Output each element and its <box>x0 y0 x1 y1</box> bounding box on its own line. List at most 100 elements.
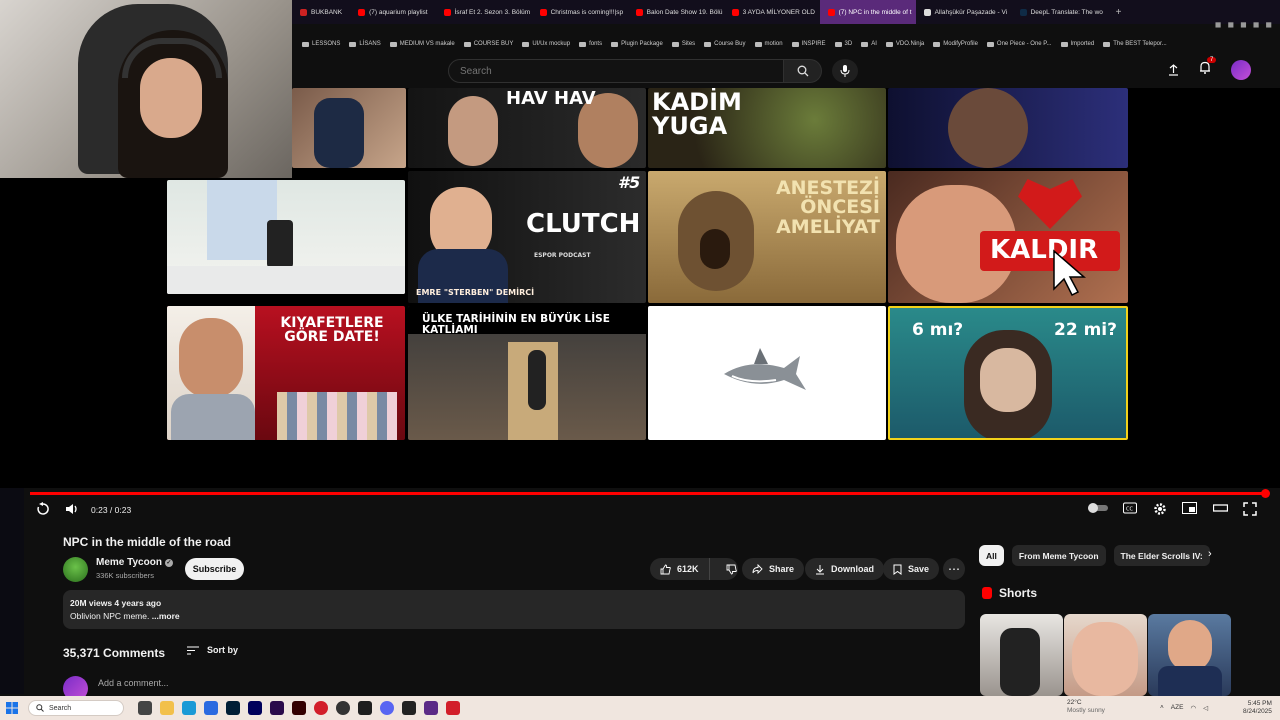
settings-button[interactable] <box>1153 502 1167 516</box>
bookmark-item[interactable]: COURSE BUY <box>463 41 513 47</box>
channel-name[interactable]: Meme Tycoon ✓ <box>96 557 173 568</box>
premiere-icon[interactable] <box>270 701 284 715</box>
bookmark-item[interactable]: One Piece - One P... <box>986 41 1052 47</box>
bookmark-item[interactable]: Imported <box>1060 41 1094 47</box>
bookmark-item[interactable]: Sites <box>671 41 695 47</box>
photoshop-icon[interactable] <box>226 701 240 715</box>
fullscreen-button[interactable] <box>1243 502 1257 516</box>
taskbar-clock[interactable]: 5:45 PM 8/24/2025 <box>1243 700 1272 716</box>
download-button[interactable]: Download <box>805 558 884 580</box>
end-screen-thumbnail[interactable]: HAV HAV <box>408 88 646 168</box>
bookmark-item[interactable]: AI <box>861 41 877 47</box>
channel-avatar[interactable] <box>63 557 88 582</box>
short-thumbnail[interactable] <box>980 614 1063 696</box>
browser-tab[interactable]: İsraf Et 2. Sezon 3. Bölüm <box>436 0 532 24</box>
weather-widget[interactable]: 22°C Mostly sunny <box>1067 699 1105 715</box>
end-screen-thumbnail[interactable]: 6 mı? 22 mi? <box>888 306 1128 440</box>
bookmark-item[interactable]: Course Buy <box>704 41 746 47</box>
app-icon[interactable] <box>358 701 372 715</box>
store-icon[interactable] <box>204 701 218 715</box>
illustrator-icon[interactable] <box>292 701 306 715</box>
end-screen-thumbnail[interactable] <box>648 306 886 440</box>
upload-icon[interactable] <box>1168 64 1179 76</box>
capcut-icon[interactable] <box>402 701 416 715</box>
speaker-icon[interactable]: ◁ <box>1203 704 1208 712</box>
show-more-link[interactable]: ...more <box>152 611 180 621</box>
after-effects-icon[interactable] <box>248 701 262 715</box>
file-explorer-icon[interactable] <box>160 701 174 715</box>
browser-tab[interactable]: Christmas is coming!!!|sp <box>532 0 628 24</box>
search-input[interactable] <box>448 59 784 83</box>
description-box[interactable]: 20M views 4 years ago Oblivion NPC meme.… <box>63 590 965 629</box>
miniplayer-button[interactable] <box>1182 502 1197 514</box>
subscribe-button[interactable]: Subscribe <box>185 558 244 580</box>
end-screen-thumbnail[interactable] <box>888 88 1128 168</box>
start-button[interactable] <box>0 696 24 720</box>
bookmark-item[interactable]: The BEST Telepor... <box>1103 41 1167 47</box>
end-screen-thumbnail[interactable]: #5 CLUTCH ESPOR PODCAST EMRE "STERBEN" D… <box>408 171 646 303</box>
language-indicator[interactable]: AZE <box>1171 704 1184 712</box>
end-screen-thumbnail[interactable] <box>167 180 405 294</box>
end-screen-thumbnail[interactable]: KADİM YUGA <box>648 88 886 168</box>
account-avatar[interactable] <box>1231 60 1251 80</box>
app-icon[interactable] <box>424 701 438 715</box>
chevron-right-icon[interactable]: › <box>1208 548 1212 560</box>
bookmark-item[interactable]: ModifyProfile <box>933 41 978 47</box>
bookmark-item[interactable]: LİSANS <box>349 41 381 47</box>
short-thumbnail[interactable] <box>1148 614 1231 696</box>
bookmark-item[interactable]: LESSONS <box>302 41 340 47</box>
obs-icon[interactable] <box>336 701 350 715</box>
task-view-icon[interactable] <box>138 701 152 715</box>
bookmark-item[interactable]: UI/Ux mockup <box>522 41 570 47</box>
sort-by-button[interactable]: Sort by <box>187 645 238 655</box>
filter-chip[interactable]: The Elder Scrolls IV: <box>1113 545 1210 566</box>
replay-button[interactable] <box>36 502 50 516</box>
browser-tab[interactable]: DeepL Translate: The wo <box>1012 0 1108 24</box>
end-screen-thumbnail[interactable]: KIYAFETLERE GÖRE DATE! <box>167 306 405 440</box>
bookmark-item[interactable]: VDO.Ninja <box>885 41 924 47</box>
captions-button[interactable]: CC <box>1123 502 1137 514</box>
browser-tab[interactable]: Balon Date Show 19. Bölü <box>628 0 724 24</box>
add-comment-input[interactable]: Add a comment... <box>98 678 169 688</box>
share-button[interactable]: Share <box>742 558 805 580</box>
end-screen-thumbnail[interactable] <box>292 88 406 168</box>
browser-tab[interactable]: 3 AYDA MİLYONER OLD <box>724 0 820 24</box>
end-screen-thumbnail[interactable]: ANESTEZİ ÖNCESİ AMELİYAT <box>648 171 886 303</box>
progress-scrubber[interactable] <box>1261 489 1270 498</box>
new-tab-button[interactable]: + <box>1108 7 1130 18</box>
bookmark-item[interactable]: MEDIUM VS makale <box>389 41 455 47</box>
discord-icon[interactable] <box>380 701 394 715</box>
bookmark-item[interactable]: fonts <box>579 41 602 47</box>
opera-icon[interactable] <box>314 701 328 715</box>
search-button[interactable] <box>784 59 822 83</box>
volume-button[interactable] <box>65 502 79 516</box>
filter-chip[interactable]: All <box>979 545 1004 566</box>
more-actions-button[interactable]: ⋯ <box>943 558 965 580</box>
bookmark-item[interactable]: Plugin Package <box>611 41 663 47</box>
browser-tab[interactable]: (7) aquarium playlist <box>350 0 436 24</box>
opera-gx-icon[interactable] <box>446 701 460 715</box>
bookmark-item[interactable]: 3D <box>834 41 852 47</box>
edge-icon[interactable] <box>182 701 196 715</box>
extension-icon[interactable]: ◼ <box>1215 20 1222 29</box>
progress-bar[interactable] <box>30 492 1266 495</box>
short-thumbnail[interactable] <box>1064 614 1147 696</box>
end-screen-thumbnail[interactable]: KALDIR <box>888 171 1128 303</box>
extension-icon[interactable]: ◼ <box>1265 20 1272 29</box>
end-screen-thumbnail[interactable]: ÜLKE TARİHİNİN EN BÜYÜK LİSE KATLİAMI <box>408 306 646 440</box>
extension-icon[interactable]: ◼ <box>1253 20 1260 29</box>
autoplay-toggle[interactable] <box>1087 502 1109 514</box>
filter-chip[interactable]: From Meme Tycoon <box>1011 545 1106 566</box>
notifications-button[interactable]: 7 <box>1199 57 1217 79</box>
like-button[interactable]: 612K <box>650 558 710 580</box>
browser-tab[interactable]: (7) NPC in the middle of t <box>819 0 916 24</box>
bookmark-item[interactable]: INSPIRE <box>791 41 826 47</box>
bookmark-item[interactable]: motion <box>754 41 783 47</box>
wifi-icon[interactable]: ◠ <box>1190 704 1196 712</box>
chevron-up-icon[interactable]: ˄ <box>1160 704 1164 712</box>
taskbar-search[interactable]: Search <box>28 700 124 716</box>
extension-icon[interactable]: ◼ <box>1240 20 1247 29</box>
theater-mode-button[interactable] <box>1213 502 1228 514</box>
browser-tab[interactable]: Allahşükür Paşazade - Vi <box>916 0 1012 24</box>
voice-search-button[interactable] <box>832 59 858 83</box>
